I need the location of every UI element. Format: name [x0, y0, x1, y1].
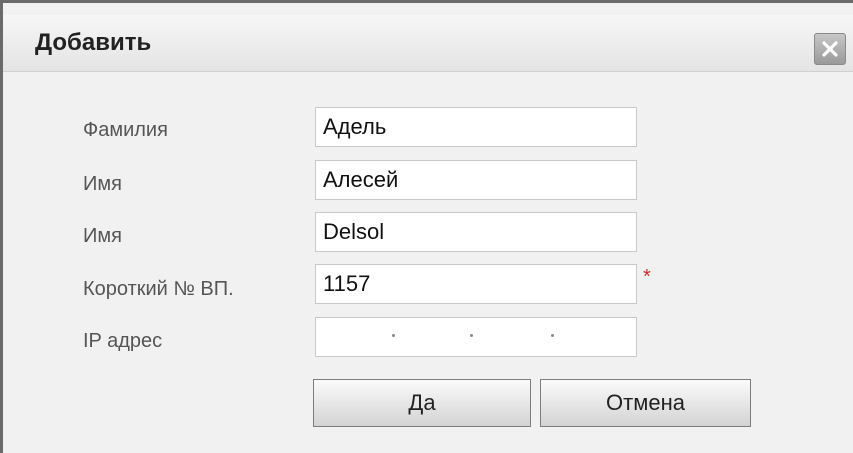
- ip-separator-dot: [392, 334, 395, 337]
- close-icon: [822, 41, 838, 57]
- ip-address-input[interactable]: [315, 317, 637, 357]
- required-marker: *: [643, 266, 651, 288]
- last-name-input[interactable]: Адель: [315, 107, 637, 147]
- short-number-label: Короткий № ВП.: [83, 278, 234, 300]
- dialog-titlebar: Добавить: [3, 15, 853, 72]
- ip-separator-dot: [551, 334, 554, 337]
- short-number-input[interactable]: 1157: [315, 264, 637, 304]
- add-dialog: Добавить Фамилия Адель Имя Алесей Имя De…: [0, 0, 853, 453]
- dialog-title: Добавить: [35, 29, 152, 56]
- cancel-button[interactable]: Отмена: [540, 379, 751, 427]
- ok-button[interactable]: Да: [313, 379, 531, 427]
- last-name-label: Фамилия: [83, 119, 168, 141]
- first-name-input[interactable]: Алесей: [315, 160, 637, 200]
- name-label-2: Имя: [83, 225, 122, 247]
- name-input-2[interactable]: Delsol: [315, 212, 637, 252]
- ip-address-label: IP адрес: [83, 330, 163, 352]
- close-button[interactable]: [814, 33, 846, 65]
- ip-separator-dot: [470, 334, 473, 337]
- first-name-label: Имя: [83, 173, 122, 195]
